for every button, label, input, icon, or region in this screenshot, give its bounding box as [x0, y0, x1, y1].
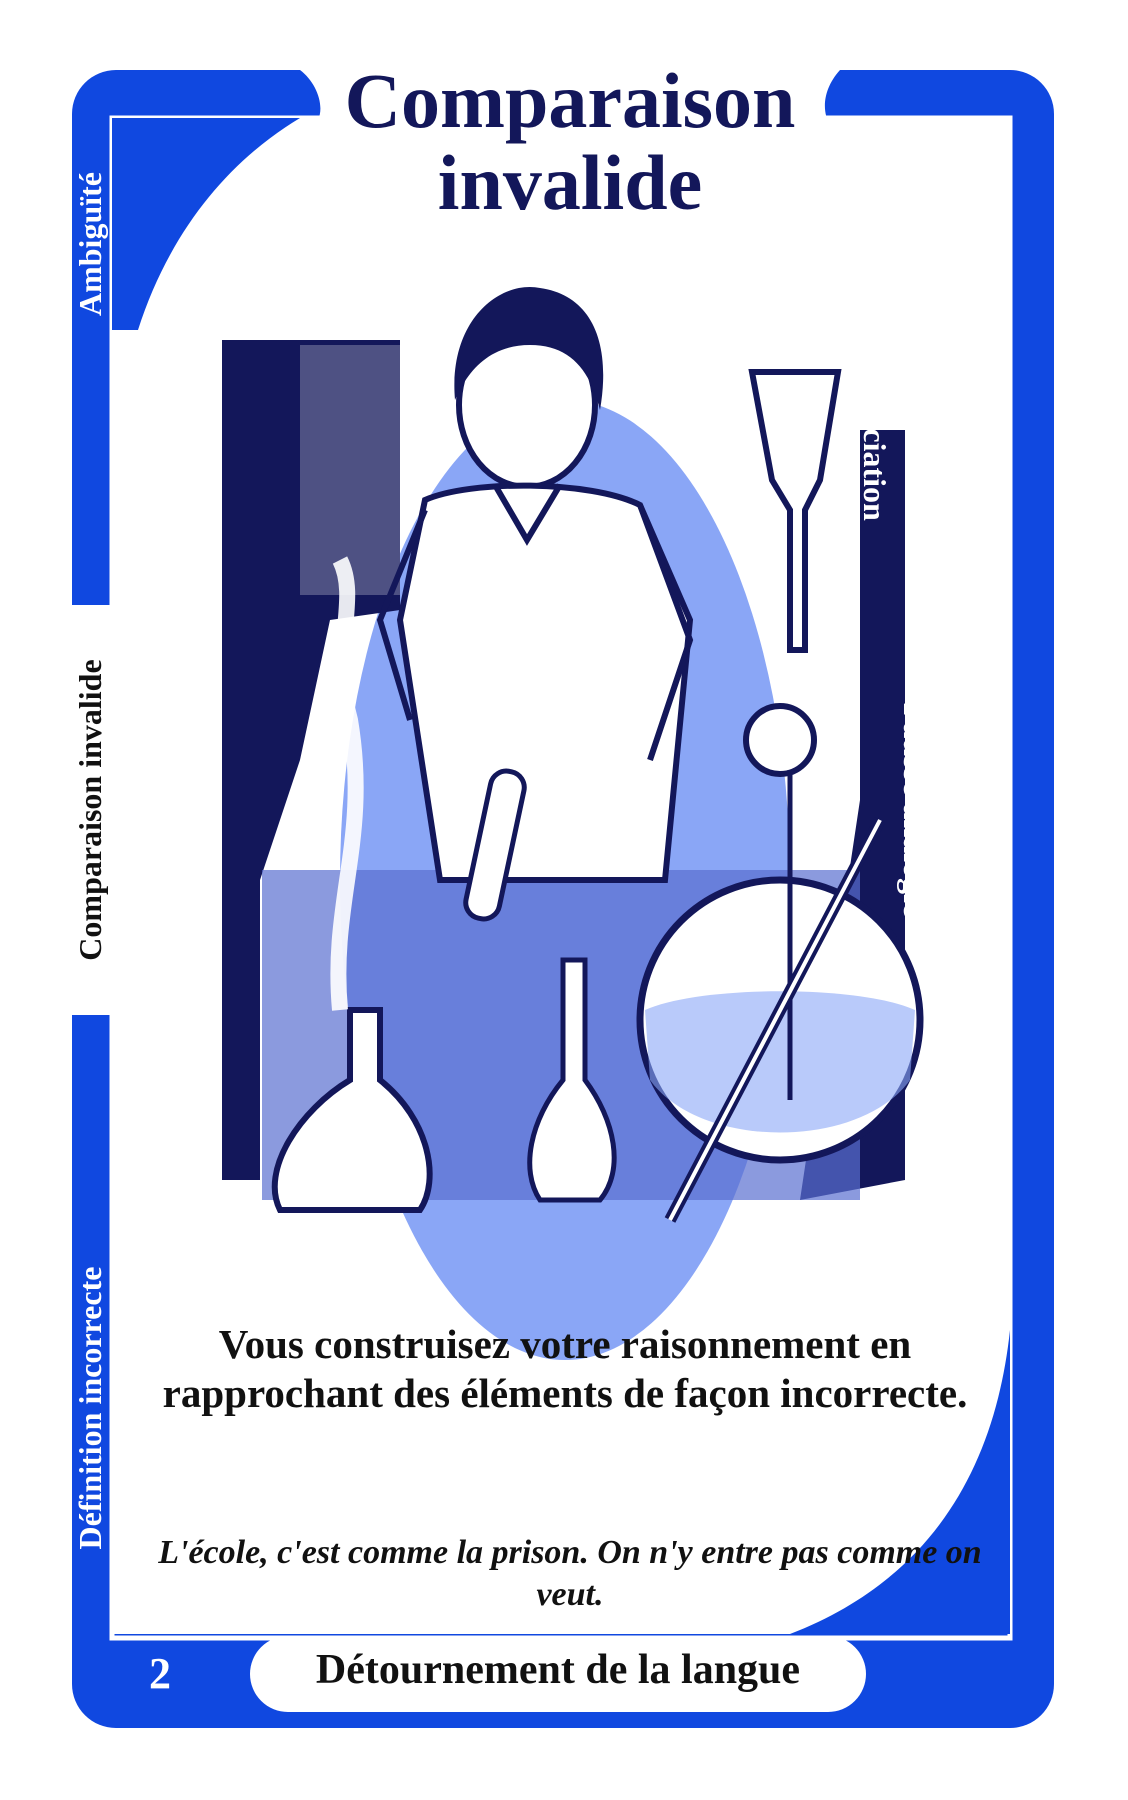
left-label-middle: Comparaison invalide [72, 659, 108, 961]
title-line-2: invalide [437, 139, 703, 226]
title-line-1: Comparaison [344, 57, 796, 144]
card-number: 2 [149, 1649, 171, 1698]
left-label-top: Ambiguïté [72, 172, 108, 316]
card-category: Détournement de la langue [315, 1647, 801, 1693]
card: Comparaison invalide Ambiguïté Comparais… [0, 0, 1128, 1800]
right-label-middle: Fausse analogie [897, 702, 933, 918]
woman-body [396, 482, 694, 883]
card-frame [72, 70, 1054, 1728]
card-example: L'école, c'est comme la prison. On n'y e… [158, 1534, 982, 1613]
card-title: Comparaison invalide [290, 60, 850, 224]
left-label-bottom: Définition incorrecte [72, 1266, 108, 1550]
right-label-top: Sophisme d'association [857, 205, 893, 521]
card-description: Vous construisez votre raisonnement en r… [162, 1321, 968, 1416]
